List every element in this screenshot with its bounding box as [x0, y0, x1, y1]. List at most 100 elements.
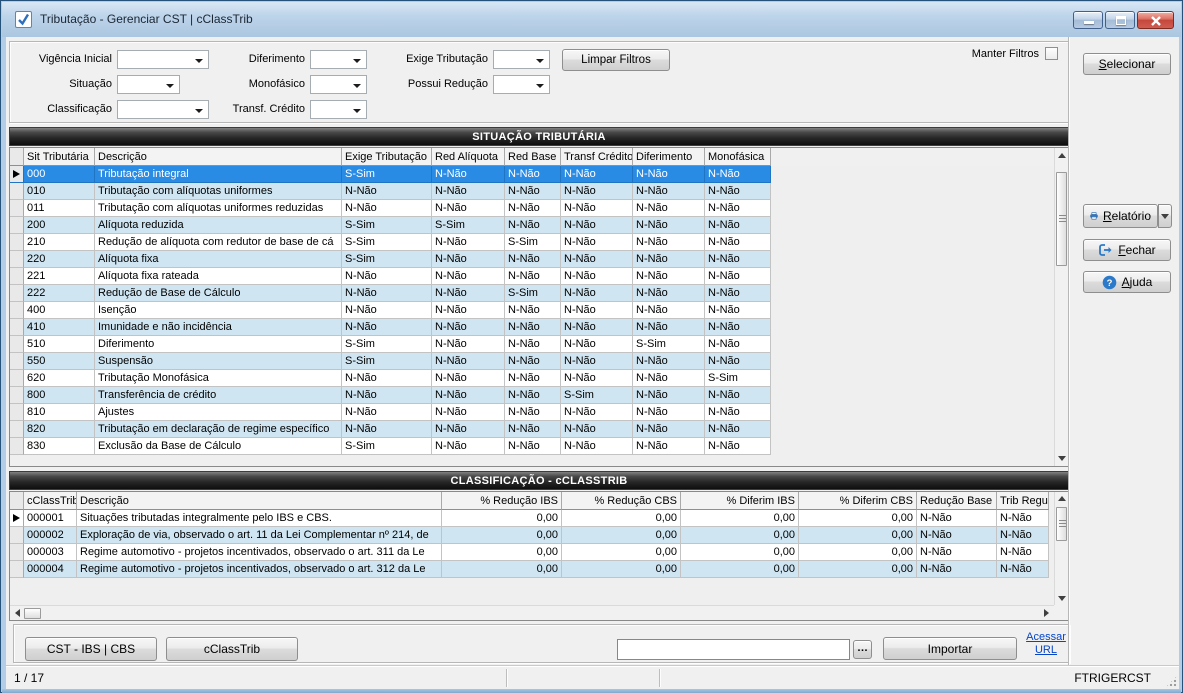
transf-credito-combo[interactable]	[310, 100, 367, 119]
table-row[interactable]: 810AjustesN-NãoN-NãoN-NãoN-NãoN-NãoN-Não	[10, 404, 1054, 421]
cell: N-Não	[432, 421, 505, 438]
table-row[interactable]: 220Alíquota fixaS-SimN-NãoN-NãoN-NãoN-Nã…	[10, 251, 1054, 268]
cell: N-Não	[705, 200, 771, 217]
titlebar[interactable]: Tributação - Gerenciar CST | cClassTrib	[2, 2, 1181, 37]
column-header: Diferimento	[633, 148, 705, 166]
minimize-button[interactable]	[1073, 11, 1103, 29]
scrollbar-thumb[interactable]	[1056, 507, 1067, 541]
row-indicator	[10, 285, 24, 302]
acessar-url-link[interactable]: Acessar URL	[1022, 631, 1070, 657]
cclasstrib-button[interactable]: cClassTrib	[166, 637, 298, 661]
chevron-down-icon	[353, 59, 361, 63]
table-row[interactable]: 830Exclusão da Base de CálculoS-SimN-Não…	[10, 438, 1054, 455]
cst-ibs-cbs-button[interactable]: CST - IBS | CBS	[25, 637, 157, 661]
exige-tributacao-combo[interactable]	[493, 50, 550, 69]
table-row[interactable]: 200Alíquota reduzidaS-SimS-SimN-NãoN-Não…	[10, 217, 1054, 234]
table-row[interactable]: 410Imunidade e não incidênciaN-NãoN-NãoN…	[10, 319, 1054, 336]
ajuda-button[interactable]: ? Ajuda	[1083, 271, 1171, 293]
table-row[interactable]: 620Tributação MonofásicaN-NãoN-NãoN-NãoN…	[10, 370, 1054, 387]
clear-filters-button[interactable]: Limpar Filtros	[562, 49, 670, 71]
chevron-down-icon	[195, 109, 203, 113]
table-row[interactable]: 221Alíquota fixa rateadaN-NãoN-NãoN-NãoN…	[10, 268, 1054, 285]
cell: N-Não	[633, 200, 705, 217]
scroll-right-icon[interactable]	[1044, 609, 1049, 617]
chevron-down-icon	[166, 84, 174, 88]
cell: N-Não	[705, 217, 771, 234]
relatorio-dropdown-button[interactable]	[1158, 204, 1172, 228]
browse-button[interactable]: …	[853, 640, 872, 659]
cell: N-Não	[561, 319, 633, 336]
fechar-button[interactable]: Fechar	[1083, 239, 1171, 261]
situacao-combo[interactable]	[117, 75, 180, 94]
cell: N-Não	[505, 353, 561, 370]
scroll-down-icon[interactable]	[1058, 456, 1066, 461]
keep-filters-label: Manter Filtros	[972, 48, 1039, 60]
importar-button[interactable]: Importar	[883, 637, 1017, 660]
cell: 0,00	[442, 561, 562, 578]
close-button[interactable]	[1137, 11, 1174, 29]
cell: N-Não	[505, 438, 561, 455]
cell: N-Não	[705, 353, 771, 370]
maximize-button[interactable]	[1105, 11, 1135, 29]
horizontal-scrollbar[interactable]	[10, 605, 1054, 620]
filter-panel: Vigência Inicial Situação Classificação …	[9, 41, 1069, 123]
cell: S-Sim	[342, 234, 432, 251]
cell: N-Não	[432, 200, 505, 217]
cell: 210	[24, 234, 95, 251]
classificacao-combo[interactable]	[117, 100, 209, 119]
row-indicator	[10, 421, 24, 438]
url-input[interactable]	[617, 639, 850, 660]
cell: N-Não	[505, 166, 561, 183]
table-row[interactable]: 210Redução de alíquota com redutor de ba…	[10, 234, 1054, 251]
vigencia-inicial-combo[interactable]	[117, 50, 209, 69]
table-row[interactable]: 000003Regime automotivo - projetos incen…	[10, 544, 1054, 561]
selecionar-button[interactable]: Selecionar	[1083, 53, 1171, 75]
monofasico-combo[interactable]	[310, 75, 367, 94]
scroll-up-icon[interactable]	[1058, 153, 1066, 158]
column-header: Red Base	[505, 148, 561, 166]
vertical-scrollbar[interactable]	[1054, 492, 1068, 605]
table-row[interactable]: 000001Situações tributadas integralmente…	[10, 510, 1054, 527]
scrollbar-thumb[interactable]	[24, 608, 41, 619]
table-row[interactable]: 400IsençãoN-NãoN-NãoN-NãoN-NãoN-NãoN-Não	[10, 302, 1054, 319]
cell: N-Não	[561, 166, 633, 183]
cell: 0,00	[442, 544, 562, 561]
table-row[interactable]: 000004Regime automotivo - projetos incen…	[10, 561, 1054, 578]
scroll-left-icon[interactable]	[15, 609, 20, 617]
cell: N-Não	[432, 251, 505, 268]
table-row[interactable]: 510DiferimentoS-SimN-NãoN-NãoN-NãoS-SimN…	[10, 336, 1054, 353]
cell: N-Não	[561, 285, 633, 302]
resize-grip[interactable]	[1165, 675, 1178, 688]
chevron-down-icon	[195, 59, 203, 63]
table-row[interactable]: 000002Exploração de via, observado o art…	[10, 527, 1054, 544]
chevron-down-icon	[353, 84, 361, 88]
diferimento-combo[interactable]	[310, 50, 367, 69]
table-row[interactable]: 800Transferência de créditoN-NãoN-NãoN-N…	[10, 387, 1054, 404]
cell: S-Sim	[342, 353, 432, 370]
cell: 510	[24, 336, 95, 353]
cell: N-Não	[432, 438, 505, 455]
row-indicator	[10, 251, 24, 268]
scroll-down-icon[interactable]	[1058, 596, 1066, 601]
possui-reducao-combo[interactable]	[493, 75, 550, 94]
table-row[interactable]: 000Tributação integralS-SimN-NãoN-NãoN-N…	[10, 166, 1054, 183]
cell: N-Não	[432, 319, 505, 336]
scroll-up-icon[interactable]	[1058, 496, 1066, 501]
scrollbar-thumb[interactable]	[1056, 172, 1067, 266]
cell: N-Não	[997, 561, 1049, 578]
table-row[interactable]: 820Tributação em declaração de regime es…	[10, 421, 1054, 438]
vertical-scrollbar[interactable]	[1054, 148, 1068, 466]
relatorio-button[interactable]: Relatório	[1083, 204, 1158, 228]
table-row[interactable]: 550SuspensãoS-SimN-NãoN-NãoN-NãoN-NãoN-N…	[10, 353, 1054, 370]
section-header-classificacao: CLASSIFICAÇÃO - cCLASSTRIB	[9, 471, 1069, 490]
table-row[interactable]: 011Tributação com alíquotas uniformes re…	[10, 200, 1054, 217]
section-title: SITUAÇÃO TRIBUTÁRIA	[472, 131, 605, 143]
keep-filters-checkbox[interactable]	[1045, 47, 1058, 60]
cell: N-Não	[561, 353, 633, 370]
record-counter: 1 / 17	[14, 671, 44, 685]
cell: 000001	[24, 510, 77, 527]
cell: 400	[24, 302, 95, 319]
table-row[interactable]: 010Tributação com alíquotas uniformesN-N…	[10, 183, 1054, 200]
cell: S-Sim	[342, 336, 432, 353]
table-row[interactable]: 222Redução de Base de CálculoN-NãoN-NãoS…	[10, 285, 1054, 302]
